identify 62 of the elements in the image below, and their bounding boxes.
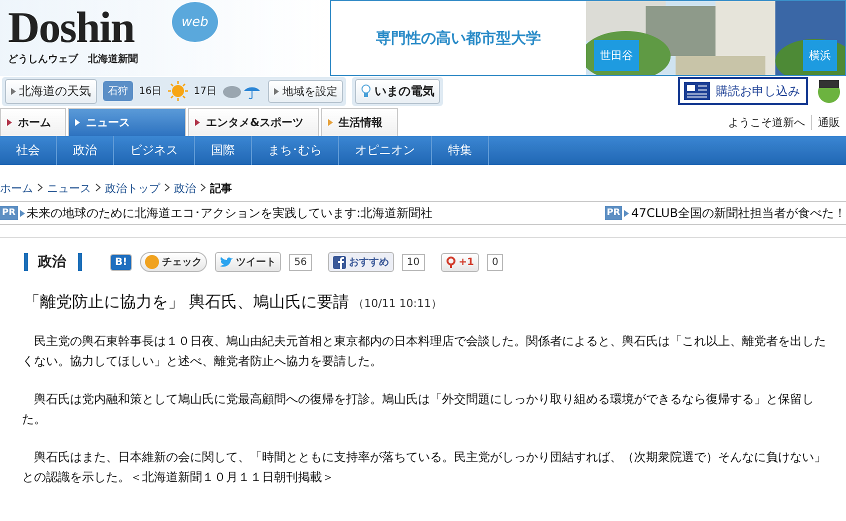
header-link[interactable]: 通販 [811,114,846,130]
triangle-icon [274,88,280,94]
article-paragraph: 輿石氏は党内融和策として鳩山氏に党最高顧問への復帰を打診。鳩山氏は「外交問題にしっかり取り組める環境ができるなら復帰する」と保留した。 [22,391,815,428]
chevron-icon [200,182,206,194]
triangle-icon [328,119,333,126]
triangle-icon [624,210,630,216]
nav-tab[interactable]: ニュース [68,108,186,136]
article-time: （10/11 10:11） [353,296,442,311]
round-badge-icon [145,255,160,269]
share-button[interactable]: B! [110,254,132,270]
triangle-icon [75,119,80,126]
day-label: 16日 [139,85,162,98]
breadcrumb-link[interactable]: 政治 [174,180,196,196]
share-button[interactable]: ツイート [215,252,282,272]
share-button[interactable]: +1 [440,252,479,272]
triangle-icon [20,210,25,216]
share-count: 56 [289,254,312,270]
article-paragraph: 民主党の輿石東幹事長は１０日夜、鳩山由紀夫元首相と東京都内の日本料理店で会談した。関係者によると、輿石氏は「これ以上、離党者を出したくない。協力してほしい」と述べ、離党者防止へ協力を要請した。 [22,333,826,370]
category-link[interactable]: ビジネス [114,136,195,165]
chevron-icon [95,182,101,194]
share-count: 0 [487,254,504,270]
nav-tab[interactable]: 生活情報 [320,108,398,136]
category-link[interactable]: 政治 [57,136,114,165]
subscribe-button[interactable]: 購読お申し込み [678,77,808,105]
header-link[interactable]: ようこそ道新へ [722,114,811,130]
nav-tab[interactable]: エンタメ&スポーツ [188,108,319,136]
weather-button[interactable]: 北海道の天気 [5,78,97,104]
breadcrumb-link[interactable]: 記事 [210,180,232,196]
category-link[interactable]: 社会 [0,136,57,165]
triangle-icon [11,88,16,94]
sun-icon [168,81,188,101]
category-link[interactable]: 特集 [432,136,489,165]
category-link[interactable]: まち･むら [252,136,339,165]
chevron-icon [37,182,43,194]
article-paragraph: 輿石氏はまた、日本維新の会に関して、「時間とともに支持率が落ちている。民主党がしっかり団結すれば、（次期衆院選で）そんなに負けない」との認識を示した。＜北海道新聞１０月１１日朝刊掲載＞ [22,449,826,486]
triangle-icon [7,119,12,126]
chevron-icon [164,182,170,194]
pr-link[interactable]: PR 47CLUB全国の新聞社担当者が食べた！ [604,204,846,222]
ad-text: 専門性の高い都市型大学 [375,28,542,48]
category-link[interactable]: 国際 [195,136,252,165]
logo-badge: web [172,2,218,42]
day-label: 17日 [194,85,216,98]
section-title: 政治 [24,253,82,271]
breadcrumb-link[interactable]: 政治トップ [105,180,160,196]
logo-title: Doshin [8,4,134,52]
share-button[interactable]: チェック [140,252,208,272]
triangle-icon [195,119,200,126]
breadcrumb-link[interactable]: ニュース [47,180,91,196]
nav-tab[interactable]: ホーム [0,108,66,136]
power-button[interactable]: いまの電気 [355,78,440,104]
facebook-icon [332,256,346,268]
pr-link[interactable]: PR 未来の地球のために北海道エコ･アクションを実践しています:北海道新聞社 [0,204,433,222]
share-button[interactable]: おすすめ [328,252,394,272]
breadcrumb-link[interactable]: ホーム [0,180,33,196]
set-region-button[interactable]: 地域を設定 [268,80,344,102]
lightbulb-icon [361,84,372,98]
article-headline: 「離党防止に協力を」 輿石氏、鳩山氏に要請 [24,292,350,313]
category-link[interactable]: オピニオン [339,136,432,165]
bird-icon [220,256,234,268]
newspaper-icon [684,82,710,100]
logo-subtitle: どうしんウェブ 北海道新聞 [8,52,139,66]
share-count: 10 [402,254,425,270]
